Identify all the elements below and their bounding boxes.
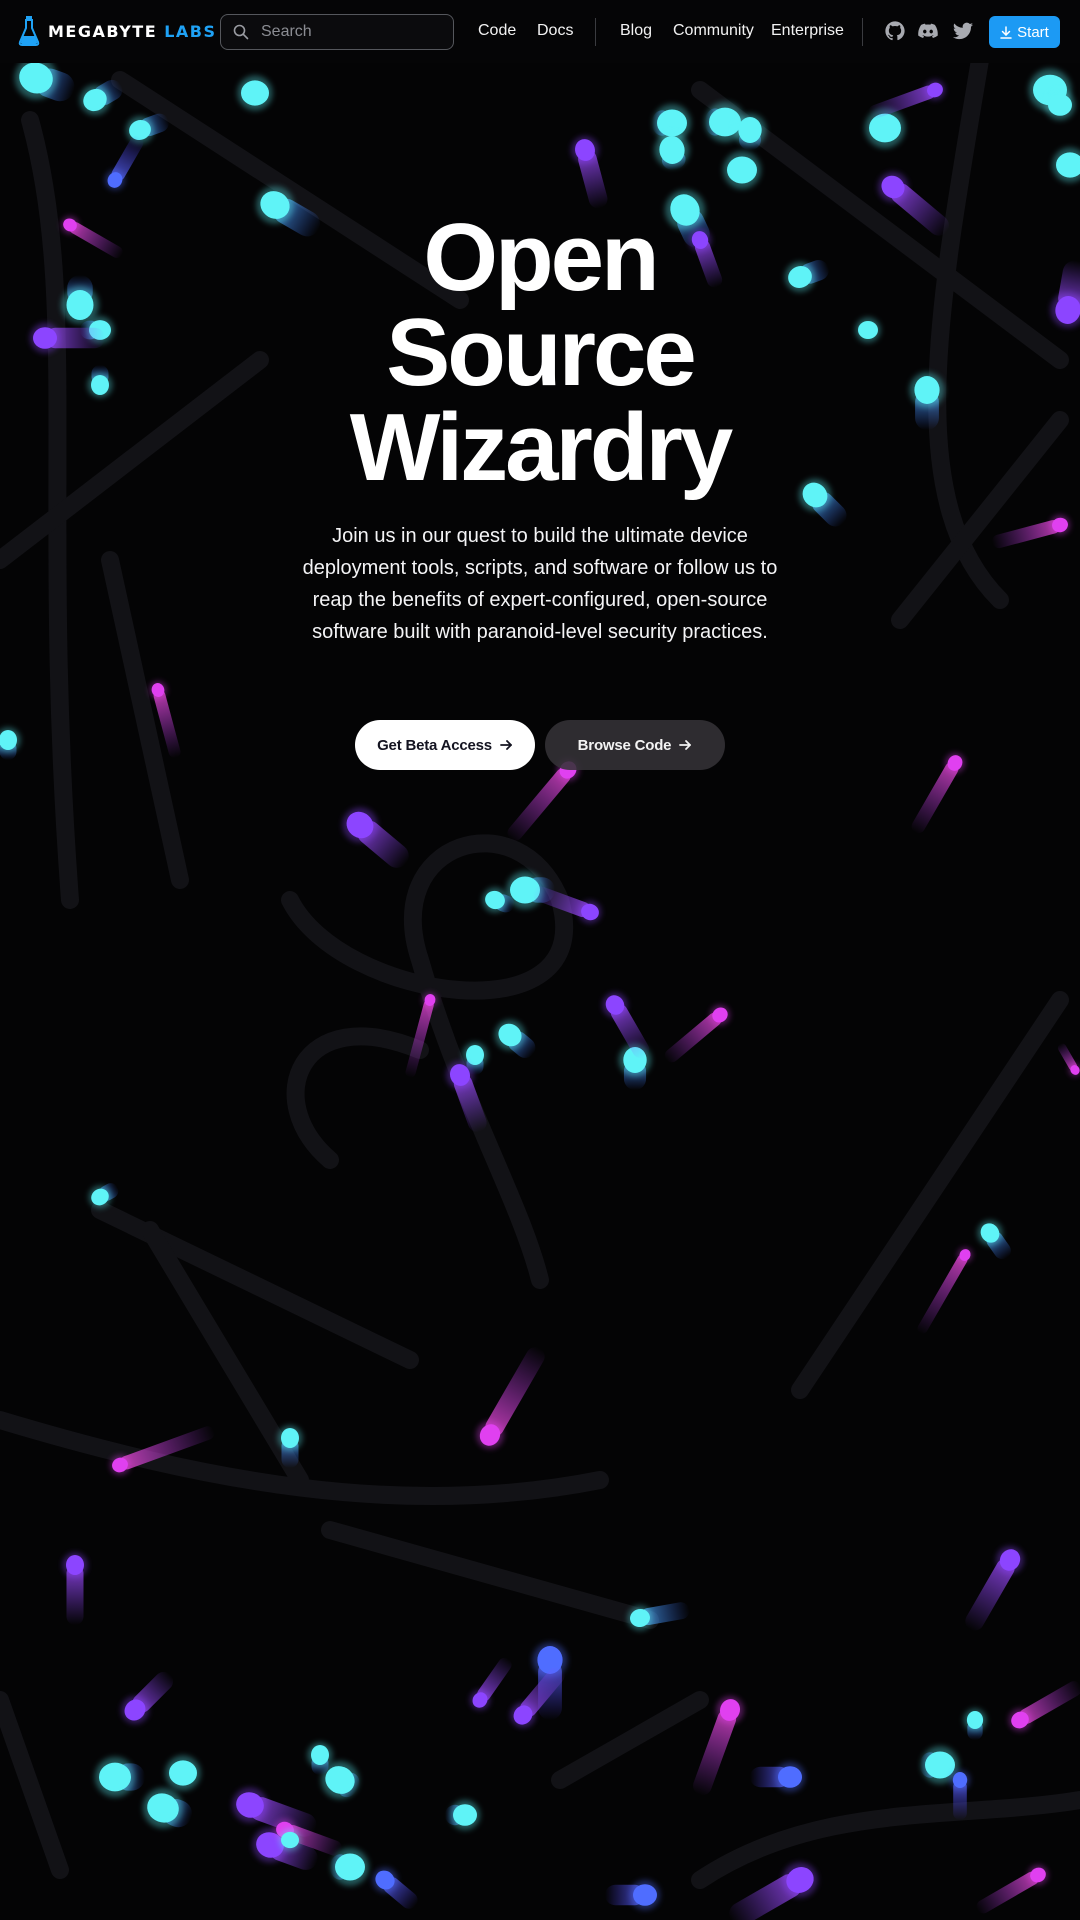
hero-title-line: Wizardry (349, 394, 734, 501)
flask-icon (18, 16, 40, 46)
github-icon[interactable] (884, 20, 906, 42)
particle (723, 151, 761, 189)
particle (372, 1867, 418, 1909)
hero-subtitle: Join us in our quest to build the ultima… (302, 525, 778, 643)
particle (1008, 1681, 1080, 1732)
particle (237, 75, 273, 111)
get-beta-access-button[interactable]: Get Beta Access (355, 720, 535, 770)
particle (627, 1602, 690, 1631)
particle (992, 515, 1070, 549)
twitter-icon[interactable] (952, 20, 974, 42)
particle (917, 1247, 973, 1334)
arrow-right-icon (679, 740, 692, 750)
nav-link-enterprise[interactable]: Enterprise (771, 22, 844, 40)
brand-word-megabyte: MEGABYTE (48, 21, 158, 41)
particle (470, 1657, 512, 1710)
brand-word-labs: LABS (164, 21, 217, 41)
brand-logo[interactable]: MEGABYTE LABS (18, 14, 217, 48)
hero-title: Open Source Wizardry (0, 204, 1080, 501)
particle (1057, 1043, 1080, 1077)
nav-link-docs[interactable]: Docs (537, 22, 573, 40)
nav-link-blog[interactable]: Blog (620, 22, 652, 40)
particle (965, 1546, 1024, 1631)
nav-divider (862, 18, 863, 46)
get-beta-access-label: Get Beta Access (377, 736, 492, 754)
particle (605, 1880, 660, 1910)
download-icon (1000, 25, 1012, 39)
hero-title-line: Source (386, 299, 696, 406)
particle (868, 80, 945, 119)
particle (342, 807, 409, 868)
top-nav: MEGABYTE LABS Code Docs Blog Community E… (0, 0, 1080, 63)
particle (446, 1061, 487, 1132)
particle (143, 1788, 193, 1828)
particle (405, 992, 438, 1078)
nav-divider (595, 18, 596, 46)
particle (495, 1020, 536, 1058)
particle (1052, 147, 1080, 183)
discord-icon[interactable] (917, 20, 939, 42)
brand-name: MEGABYTE LABS (48, 22, 217, 41)
particle (750, 1762, 805, 1792)
particle (121, 1671, 174, 1724)
nav-link-community[interactable]: Community (673, 22, 754, 40)
particle (88, 1183, 119, 1209)
particle (165, 1755, 201, 1791)
particle (963, 1708, 987, 1740)
search-input[interactable] (261, 23, 431, 41)
particle (654, 132, 690, 170)
nav-link-code[interactable]: Code (478, 22, 516, 40)
particle (0, 727, 21, 760)
particle (476, 1347, 545, 1449)
particle (105, 135, 144, 190)
browse-code-button[interactable]: Browse Code (545, 720, 725, 770)
particle (445, 1800, 480, 1830)
search-box[interactable] (220, 14, 454, 50)
particle (664, 1005, 730, 1063)
particle (977, 1220, 1011, 1260)
particle (976, 1865, 1048, 1914)
particle (571, 136, 608, 209)
start-button[interactable]: Start (989, 16, 1060, 48)
arrow-right-icon (500, 740, 512, 750)
particle (278, 1828, 302, 1852)
search-icon (233, 24, 249, 40)
particle (911, 753, 965, 834)
particle (95, 1757, 145, 1797)
start-button-label: Start (1017, 23, 1049, 41)
hero-title-line: Open (423, 204, 659, 311)
particle (1045, 90, 1075, 120)
particle (62, 1552, 88, 1625)
browse-code-label: Browse Code (577, 736, 672, 754)
